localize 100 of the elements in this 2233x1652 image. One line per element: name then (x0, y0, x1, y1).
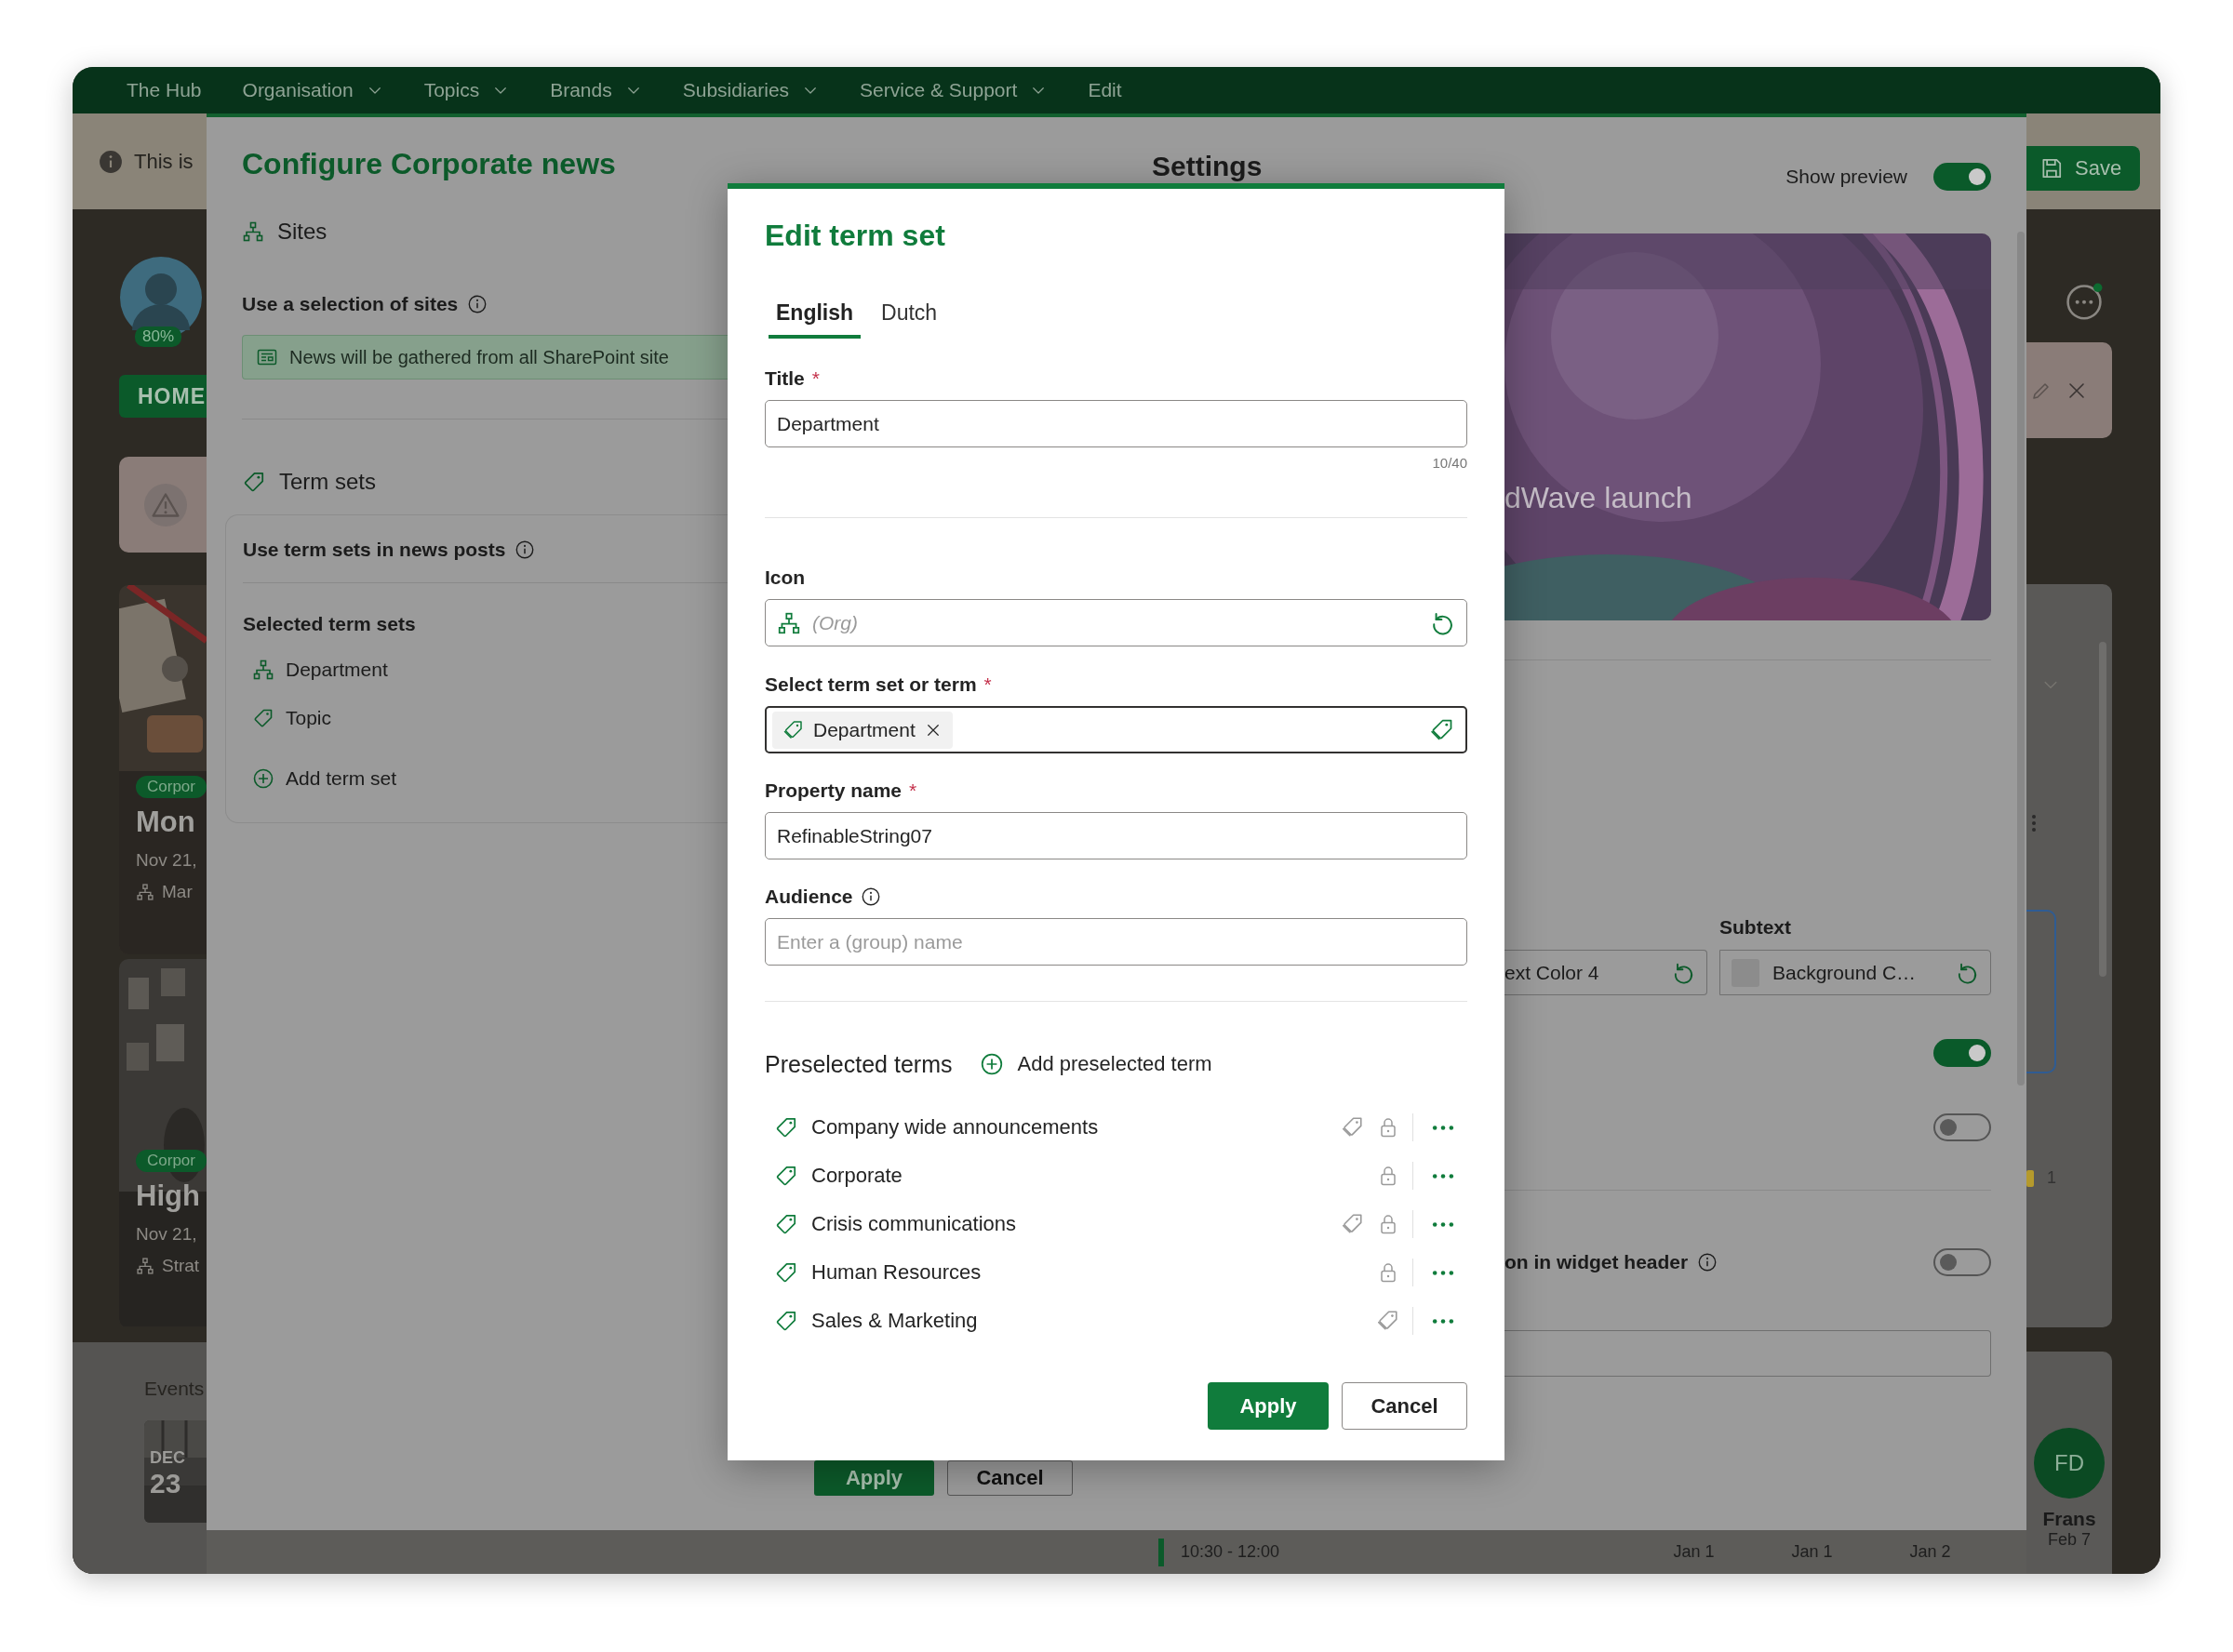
info-message: News will be gathered from all SharePoint site (242, 335, 728, 380)
toggle-switch[interactable] (1933, 1039, 1991, 1067)
required-mark: * (909, 779, 917, 803)
more-icon (1432, 1220, 1454, 1228)
tag-icon (252, 707, 274, 729)
calendar-date: Jan 1 (1790, 1542, 1834, 1562)
calendar-date: Jan 2 (1908, 1542, 1952, 1562)
tag-icon (782, 718, 804, 741)
info-icon[interactable] (1697, 1252, 1718, 1272)
more-icon (1432, 1124, 1454, 1131)
nav-menu[interactable]: Brands (550, 79, 642, 101)
tag-icon (774, 1309, 798, 1333)
hierarchy-icon (777, 610, 801, 635)
site-name: Strat (162, 1256, 200, 1276)
event-time: 10:30 - 12:00 (1181, 1542, 1281, 1562)
toggle-switch[interactable] (1933, 1113, 1991, 1141)
apply-button[interactable]: Apply (1208, 1382, 1329, 1430)
character-counter: 10/40 (1431, 455, 1467, 472)
news-date: Nov 21, (136, 850, 197, 871)
calendar-date: Jan 1 (1672, 1542, 1716, 1562)
more-icon (1432, 1172, 1454, 1179)
info-icon[interactable] (860, 886, 881, 907)
more-button[interactable] (1432, 1220, 1454, 1228)
text-field[interactable]: Department (765, 400, 1467, 447)
tag-icon (774, 1260, 798, 1285)
more-icon (1432, 1317, 1454, 1325)
term-set-item[interactable]: Topic (286, 706, 332, 730)
category-tag: Corpor (136, 1150, 207, 1172)
field-label: Select term set or term (765, 673, 977, 697)
apply-button[interactable]: Apply (814, 1460, 934, 1496)
option-label: Use a selection of sites (242, 292, 459, 316)
news-card[interactable]: Corpor High Nov 21, Strat (119, 959, 207, 1328)
hierarchy-icon (242, 220, 264, 243)
term-chip[interactable]: Department (772, 711, 953, 749)
settings-title: Settings (1152, 151, 1263, 182)
status-bar (2026, 1169, 2034, 1187)
info-icon[interactable] (515, 540, 536, 560)
news-card[interactable]: Corpor Mon Nov 21, Mar (119, 585, 207, 954)
more-icon (1432, 1269, 1454, 1276)
add-preselected-term-button[interactable]: Add preselected term (980, 1052, 1212, 1076)
dialog-title: Edit term set (765, 218, 946, 254)
more-button[interactable] (1432, 1317, 1454, 1325)
toggle-switch[interactable] (1933, 1248, 1991, 1276)
toggle-switch[interactable] (1933, 163, 1991, 191)
hierarchy-icon (136, 883, 154, 901)
hierarchy-icon (136, 1257, 154, 1275)
more-button[interactable] (1432, 1172, 1454, 1179)
field-label: Property name (765, 779, 903, 803)
term-set-item[interactable]: Department (286, 658, 388, 682)
language-tab[interactable]: English (769, 290, 862, 339)
language-tab[interactable]: Dutch (874, 290, 945, 339)
term-name: Crisis communications (811, 1212, 1018, 1236)
option-label: Use term sets in news posts (243, 538, 506, 562)
nav-link[interactable]: Edit (1088, 79, 1122, 101)
person-name: Frans (2042, 1508, 2096, 1530)
text-field[interactable]: RefinableString07 (765, 812, 1467, 859)
list-heading: Selected term sets (243, 612, 416, 636)
nav-menu[interactable]: Service & Support (860, 79, 1048, 101)
term-name: Sales & Marketing (811, 1309, 979, 1333)
tag-icon (774, 1115, 798, 1139)
more-icon[interactable] (2064, 280, 2105, 321)
cancel-button[interactable]: Cancel (947, 1460, 1073, 1496)
news-title: Mon (136, 806, 195, 839)
site-name: Mar (162, 882, 193, 902)
tag-icon (774, 1212, 798, 1236)
nav-menu[interactable]: Organisation (242, 79, 383, 101)
section-title: Term sets (279, 468, 376, 496)
add-icon (980, 1052, 1005, 1076)
info-icon (99, 149, 123, 174)
event-day: 23 (150, 1468, 185, 1499)
tag-icon (242, 470, 266, 494)
add-term-set-button[interactable]: Add term set (252, 767, 397, 790)
nav-menu[interactable]: Subsidiaries (682, 79, 820, 101)
term-name: Company wide announcements (811, 1115, 1100, 1139)
home-button[interactable]: HOME (119, 375, 207, 418)
nav-menu[interactable]: Topics (423, 79, 510, 101)
more-button[interactable] (1432, 1124, 1454, 1131)
panel-title: Configure Corporate news (242, 146, 617, 182)
person-date: Feb 7 (2048, 1530, 2091, 1550)
section-title: Preselected terms (765, 1050, 953, 1078)
term-name: Corporate (811, 1164, 903, 1188)
term-picker-field[interactable]: Department (765, 706, 1467, 753)
field-label: Title (765, 366, 805, 391)
event-month: DEC (150, 1448, 185, 1468)
section-title: Sites (277, 218, 328, 246)
tag-icon (774, 1164, 798, 1188)
save-button[interactable]: Save (2026, 146, 2140, 191)
progress-badge: 80% (135, 326, 182, 347)
cancel-button[interactable]: Cancel (1342, 1382, 1467, 1430)
save-icon (2039, 156, 2064, 180)
more-button[interactable] (1432, 1269, 1454, 1276)
nav-link[interactable]: The Hub (127, 79, 202, 101)
field-label: Subtext (1719, 915, 1792, 939)
text-field[interactable] (1504, 1330, 1991, 1377)
color-field[interactable]: ext Color 4 (1504, 950, 1707, 995)
info-icon[interactable] (467, 294, 488, 314)
color-field[interactable]: Background C… (1719, 950, 1991, 995)
hierarchy-icon (252, 659, 274, 681)
term-name: Human Resources (811, 1260, 983, 1285)
news-date: Nov 21, (136, 1224, 197, 1245)
